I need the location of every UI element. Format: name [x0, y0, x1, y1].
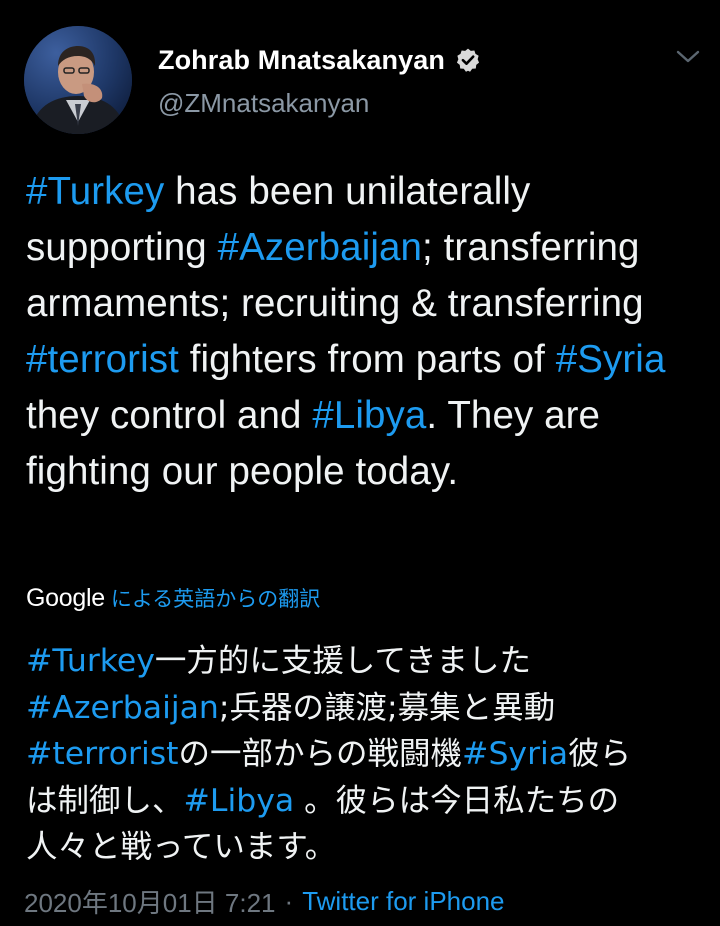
translation-text-segment: 彼ら [568, 736, 632, 772]
hashtag-link[interactable]: #Syria [556, 338, 666, 381]
translation-text-segment: 一方的に支援してきました [154, 643, 532, 679]
translated-text: #Turkey一方的に支援してきました #Azerbaijan;兵器の譲渡;募集と… [26, 638, 696, 871]
hashtag-link[interactable]: #terrorist [26, 736, 179, 772]
translation-line: #Turkey一方的に支援してきました [26, 638, 696, 685]
source-link[interactable]: Twitter for iPhone [302, 886, 504, 917]
translation-text-segment: は制御し、 [26, 782, 184, 819]
tweet-text-segment: they control and [26, 394, 313, 437]
author-name[interactable]: Zohrab Mnatsakanyan [158, 45, 445, 76]
translation-line: は制御し、#Libya 。彼らは今日私たちの [26, 778, 696, 825]
hashtag-link[interactable]: #terrorist [26, 338, 179, 381]
tweet-meta: 2020年10月01日 7:21 · Twitter for iPhone [24, 884, 505, 918]
hashtag-link[interactable]: #Turkey [26, 643, 155, 679]
timestamp[interactable]: 2020年10月01日 7:21 [24, 883, 276, 920]
hashtag-link[interactable]: #Syria [462, 736, 568, 772]
translation-line: #Azerbaijan;兵器の譲渡;募集と異動 [26, 685, 696, 732]
translation-text-segment: の一部からの戦闘機 [178, 736, 463, 772]
chevron-down-icon[interactable] [674, 46, 702, 68]
hashtag-link[interactable]: #Turkey [26, 170, 164, 213]
hashtag-link[interactable]: #Libya [312, 394, 426, 437]
hashtag-link[interactable]: #Azerbaijan [218, 226, 422, 269]
tweet-text: #Turkey has been unilaterally supporting… [26, 164, 706, 500]
tweet-text-segment: fighters from parts of [178, 338, 556, 381]
translation-text-segment: 人々と戦っています。 [26, 829, 337, 865]
author-name-row[interactable]: Zohrab Mnatsakanyan [158, 42, 481, 78]
google-logo: Google [26, 583, 105, 612]
translation-label-link[interactable]: による英語からの翻訳 [111, 583, 320, 613]
translation-header: Google による英語からの翻訳 [26, 582, 320, 614]
avatar-image [24, 26, 132, 134]
hashtag-link[interactable]: #Azerbaijan [26, 690, 219, 726]
hashtag-link[interactable]: #Libya [184, 783, 295, 819]
avatar[interactable] [24, 26, 132, 134]
translation-text-segment: 。彼らは今日私たちの [294, 782, 620, 819]
tweet-header: Zohrab Mnatsakanyan @ZMnatsakanyan [0, 0, 720, 150]
verified-badge-icon [455, 47, 481, 73]
meta-separator: · [284, 885, 294, 916]
translation-line: #terroristの一部からの戦闘機#Syria彼ら [26, 731, 696, 778]
translation-line: 人々と戦っています。 [26, 824, 696, 871]
author-handle[interactable]: @ZMnatsakanyan [158, 88, 369, 119]
translation-text-segment: ;兵器の譲渡;募集と異動 [218, 689, 556, 726]
